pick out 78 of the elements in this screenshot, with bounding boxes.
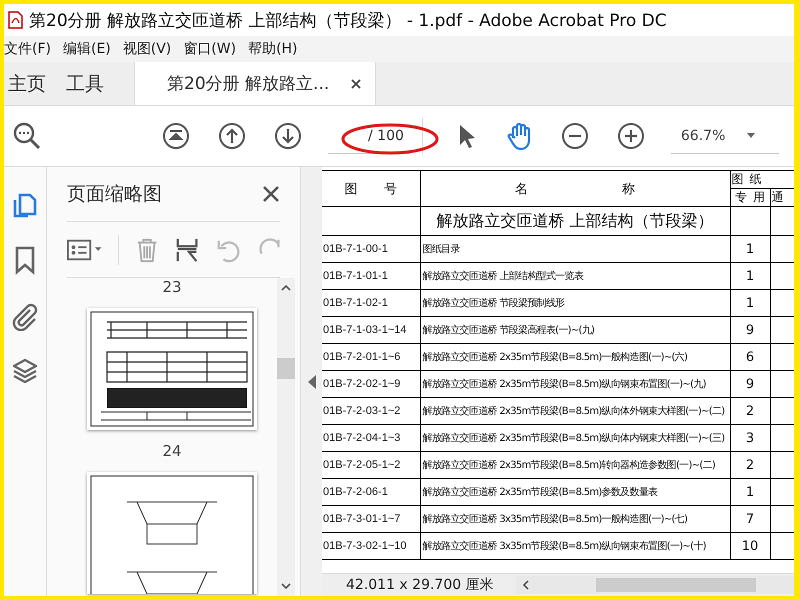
column-header: 名 称	[420, 170, 730, 206]
drawing-number-cell: 01B-7-2-04-1~3	[322, 424, 420, 452]
drawing-name-cell: 解放路立交匝道桥 2x35m节段梁(B=8.5m)参数及数量表	[420, 478, 730, 506]
scrollbar-thumb[interactable]	[277, 358, 295, 379]
drawing-name-cell: 解放路立交匝道桥 2x35m节段梁(B=8.5m)纵向钢束布置图(一)~(九)	[420, 370, 730, 398]
drawing-number-cell: 01B-7-1-02-1	[322, 290, 420, 316]
drawing-name-cell: 解放路立交匝道桥 节段梁高程表(一)~(九)	[420, 316, 730, 344]
collapse-arrow-icon[interactable]	[308, 374, 316, 388]
page-number-label: 23	[162, 278, 182, 296]
page-thumbnail[interactable]	[87, 308, 257, 430]
sheet-count-cell: 2	[730, 398, 770, 424]
column-header: 通	[770, 188, 794, 206]
tab[interactable]: 第20分册 解放路立...	[134, 62, 376, 105]
menu-item[interactable]: 帮助(H)	[248, 38, 298, 60]
page-count: / 100	[368, 128, 404, 144]
caret-icon	[747, 133, 756, 138]
sheet-count-cell: 1	[730, 290, 770, 316]
menu-item[interactable]: 视图(V)	[122, 38, 172, 60]
menu-item[interactable]: 窗口(W)	[183, 38, 236, 60]
drawing-name-cell: 图纸目录	[420, 236, 730, 262]
drawing-number-cell: 01B-7-1-00-1	[322, 236, 420, 262]
column-header: 图 号	[322, 170, 420, 206]
drawing-name-cell: 解放路立交匝道桥 2x35m节段梁(B=8.5m)纵向体内钢束大样图(一)~(三)	[420, 424, 730, 452]
page-size-label: 42.011 x 29.700 厘米	[345, 576, 495, 594]
drawing-number-cell: 01B-7-3-02-1~10	[322, 532, 420, 560]
close-icon[interactable]	[262, 185, 280, 203]
first-page-icon[interactable]	[162, 122, 190, 150]
panel-title: 页面缩略图	[67, 182, 162, 207]
drawing-number-cell: 01B-7-2-05-1~2	[322, 452, 420, 478]
scroll-left-icon[interactable]	[522, 580, 530, 590]
drawing-number-cell: 01B-7-3-01-1~7	[322, 506, 420, 532]
page-number-label: 24	[162, 442, 182, 460]
sheet-count-cell: 2	[730, 452, 770, 478]
drawing-number-cell: 01B-7-2-06-1	[322, 478, 420, 506]
close-tab-icon[interactable]	[351, 78, 362, 88]
column-header: 图 纸	[730, 170, 794, 188]
scrollbar[interactable]	[277, 278, 295, 596]
sheet-count-cell: 10	[730, 532, 770, 560]
table-heading: 解放路立交匝道桥 上部结构（节段梁）	[420, 206, 730, 236]
tab[interactable]: 工具	[62, 62, 120, 105]
scrollbar-thumb[interactable]	[596, 578, 756, 592]
sheet-count-cell: 1	[730, 262, 770, 290]
drawing-number-cell: 01B-7-1-01-1	[322, 262, 420, 290]
zoom-out-icon[interactable]	[560, 122, 589, 150]
drawing-name-cell: 解放路立交匝道桥 3x35m节段梁(B=8.5m)一般构造图(一)~(七)	[420, 506, 730, 532]
sheet-count-cell: 3	[730, 424, 770, 452]
menu-item[interactable]: 文件(F)	[4, 38, 51, 60]
drawing-name-cell: 解放路立交匝道桥 2x35m节段梁(B=8.5m)纵向体外钢束大样图(一)~(二)	[420, 398, 730, 424]
search-icon[interactable]	[12, 121, 42, 151]
sheet-count-cell: 1	[730, 478, 770, 506]
sheet-count-cell: 6	[730, 344, 770, 370]
drawing-name-cell: 解放路立交匝道桥 上部结构型式一览表	[420, 262, 730, 290]
bookmark-icon[interactable]	[13, 245, 37, 275]
zoom-dropdown[interactable]: 66.7%	[670, 118, 779, 154]
drawing-number-cell: 01B-7-2-02-1~9	[322, 370, 420, 398]
sheet-count-cell: 9	[730, 316, 770, 344]
horizontal-scrollbar[interactable]	[516, 576, 794, 594]
drawing-name-cell: 解放路立交匝道桥 节段梁预制线形	[420, 290, 730, 316]
drawing-name-cell: 解放路立交匝道桥 3x35m节段梁(B=8.5m)纵向钢束布置图(一)~(十)	[420, 532, 730, 560]
drawing-number-cell: 01B-7-1-03-1~14	[322, 316, 420, 344]
window-title: 第20分册 解放路立交匝道桥 上部结构（节段梁） - 1.pdf - Adobe Acrobat Pro DC	[29, 10, 667, 32]
drawing-name-cell: 解放路立交匝道桥 2x35m节段梁(B=8.5m)一般构造图(一)~(六)	[420, 344, 730, 370]
sheet-count-cell: 9	[730, 370, 770, 398]
zoom-in-icon[interactable]	[616, 122, 645, 150]
page-thumbnail[interactable]	[87, 472, 257, 594]
scroll-down-icon[interactable]	[281, 582, 291, 590]
sheet-count-cell: 1	[730, 236, 770, 262]
tab[interactable]: 主页	[4, 62, 62, 105]
layers-icon[interactable]	[11, 357, 39, 385]
paperclip-icon[interactable]	[11, 301, 39, 331]
drawing-number-cell: 01B-7-2-01-1~6	[322, 344, 420, 370]
menu-item[interactable]: 编辑(E)	[62, 38, 111, 60]
sheet-count-cell: 7	[730, 506, 770, 532]
drawing-name-cell: 解放路立交匝道桥 2x35m节段梁(B=8.5m)转向器构造参数图(一)~(二)	[420, 452, 730, 478]
column-header: 专 用	[730, 188, 770, 206]
drawing-number-cell: 01B-7-2-03-1~2	[322, 398, 420, 424]
scroll-up-icon[interactable]	[281, 284, 291, 292]
pdf-file-icon	[8, 11, 23, 29]
